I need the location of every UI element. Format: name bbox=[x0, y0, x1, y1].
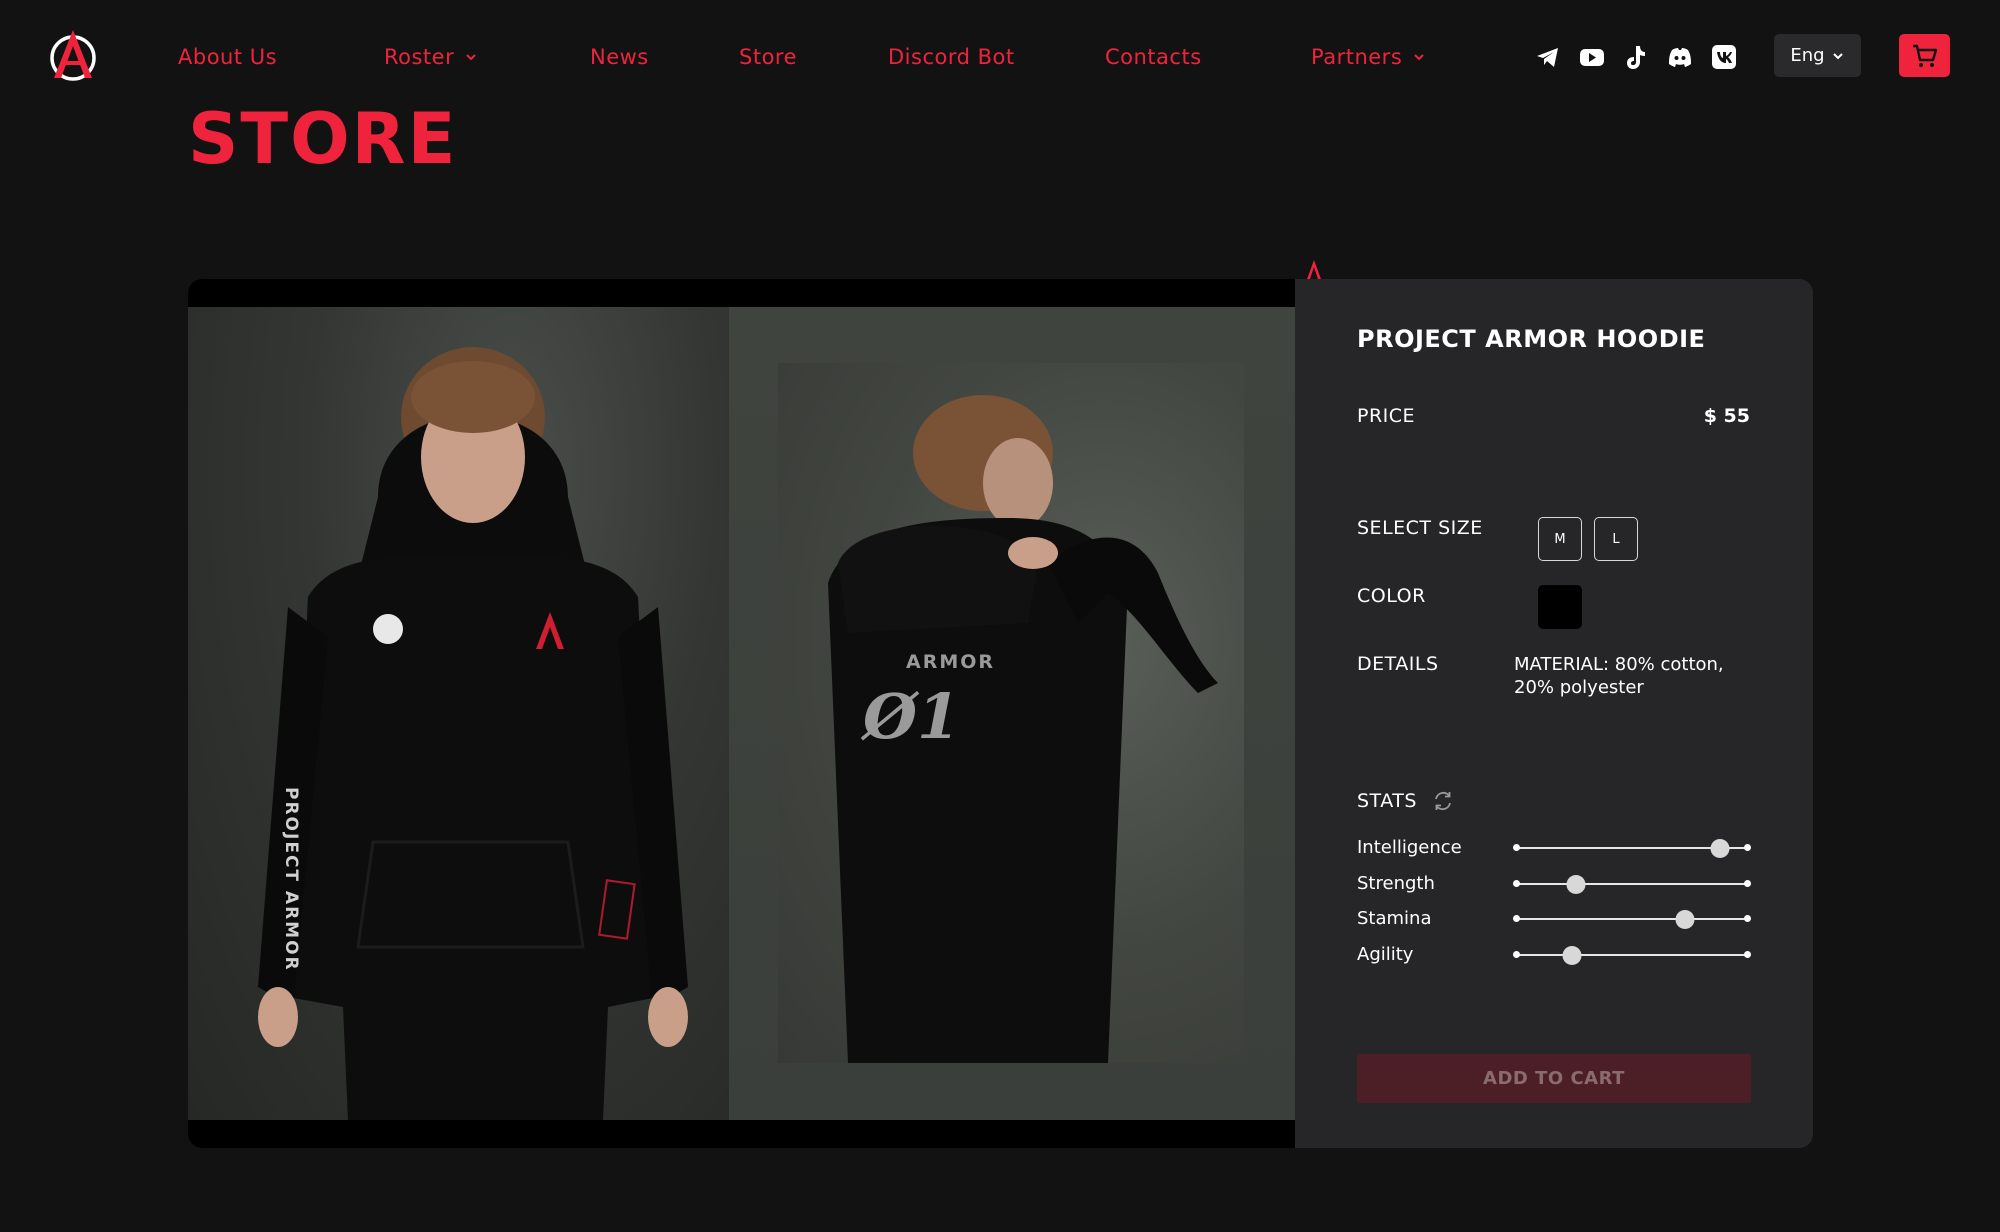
product-photo-front: PROJECT ARMOR bbox=[188, 307, 729, 1120]
slider-thumb[interactable] bbox=[1710, 839, 1730, 858]
refresh-icon[interactable] bbox=[1431, 789, 1455, 813]
telegram-icon[interactable] bbox=[1534, 43, 1562, 71]
slider-thumb[interactable] bbox=[1562, 946, 1582, 965]
size-label: SELECT SIZE bbox=[1357, 517, 1483, 539]
cart-button[interactable] bbox=[1899, 34, 1950, 77]
stats-label: STATS bbox=[1357, 790, 1417, 812]
product-gallery[interactable]: PROJECT ARMOR ARMOR Ø1 bbox=[188, 279, 1295, 1148]
stat-label-intelligence: Intelligence bbox=[1357, 837, 1462, 858]
nav-store-label: Store bbox=[739, 45, 798, 69]
stat-label-stamina: Stamina bbox=[1357, 908, 1432, 929]
slider-thumb[interactable] bbox=[1566, 875, 1586, 894]
stat-label-strength: Strength bbox=[1357, 873, 1435, 894]
size-option-m[interactable]: M bbox=[1538, 517, 1582, 561]
nav-discord-bot-label: Discord Bot bbox=[888, 45, 1015, 69]
nav-partners[interactable]: Partners bbox=[1311, 42, 1426, 72]
nav-about-us-label: About Us bbox=[178, 45, 278, 69]
nav-discord-bot[interactable]: Discord Bot bbox=[888, 42, 1015, 72]
add-to-cart-button[interactable]: ADD TO CART bbox=[1357, 1054, 1751, 1103]
nav-partners-label: Partners bbox=[1311, 45, 1403, 69]
back-print-title: ARMOR bbox=[906, 651, 995, 673]
size-option-l[interactable]: L bbox=[1594, 517, 1638, 561]
chevron-down-icon bbox=[1832, 52, 1843, 59]
site-logo[interactable] bbox=[48, 28, 98, 82]
nav-roster[interactable]: Roster bbox=[384, 42, 478, 72]
price-label: PRICE bbox=[1357, 405, 1416, 427]
nav-contacts[interactable]: Contacts bbox=[1105, 42, 1202, 72]
price-value: $ 55 bbox=[1703, 405, 1750, 427]
language-value: Eng bbox=[1790, 45, 1825, 66]
chevron-down-icon bbox=[1414, 54, 1424, 61]
stat-slider-intelligence[interactable] bbox=[1513, 838, 1751, 858]
details-value: MATERIAL: 80% cotton, 20% polyester bbox=[1514, 654, 1724, 698]
language-select[interactable]: Eng bbox=[1774, 34, 1861, 77]
nav-contacts-label: Contacts bbox=[1105, 45, 1202, 69]
stat-slider-agility[interactable] bbox=[1513, 945, 1751, 965]
vk-icon[interactable] bbox=[1710, 43, 1738, 71]
color-swatch[interactable] bbox=[1538, 585, 1582, 629]
chevron-down-icon bbox=[466, 54, 476, 61]
product-details-panel: PROJECT ARMOR HOODIE PRICE $ 55 SELECT S… bbox=[1295, 279, 1813, 1148]
details-label: DETAILS bbox=[1357, 653, 1439, 675]
product-card: PROJECT ARMOR ARMOR Ø1 PROJECT ARMOR HOO… bbox=[188, 279, 1813, 1148]
page-title: STORE bbox=[188, 98, 458, 180]
back-print-number: Ø1 bbox=[860, 680, 960, 753]
discord-icon[interactable] bbox=[1666, 43, 1694, 71]
stat-label-agility: Agility bbox=[1357, 944, 1414, 965]
nav-news-label: News bbox=[590, 45, 649, 69]
nav-news[interactable]: News bbox=[590, 42, 649, 72]
youtube-icon[interactable] bbox=[1578, 43, 1606, 71]
product-title: PROJECT ARMOR HOODIE bbox=[1357, 325, 1706, 353]
product-photo-back: ARMOR Ø1 bbox=[729, 307, 1295, 1120]
stats-header: STATS bbox=[1357, 789, 1455, 813]
nav-roster-label: Roster bbox=[384, 45, 455, 69]
cart-icon bbox=[1912, 44, 1937, 67]
stat-slider-stamina[interactable] bbox=[1513, 909, 1751, 929]
stat-slider-strength[interactable] bbox=[1513, 874, 1751, 894]
nav-about-us[interactable]: About Us bbox=[178, 42, 277, 72]
tiktok-icon[interactable] bbox=[1622, 43, 1650, 71]
sleeve-print: PROJECT ARMOR bbox=[281, 787, 301, 972]
color-label: COLOR bbox=[1357, 585, 1426, 607]
slider-thumb[interactable] bbox=[1675, 910, 1695, 929]
nav-store[interactable]: Store bbox=[739, 42, 797, 72]
